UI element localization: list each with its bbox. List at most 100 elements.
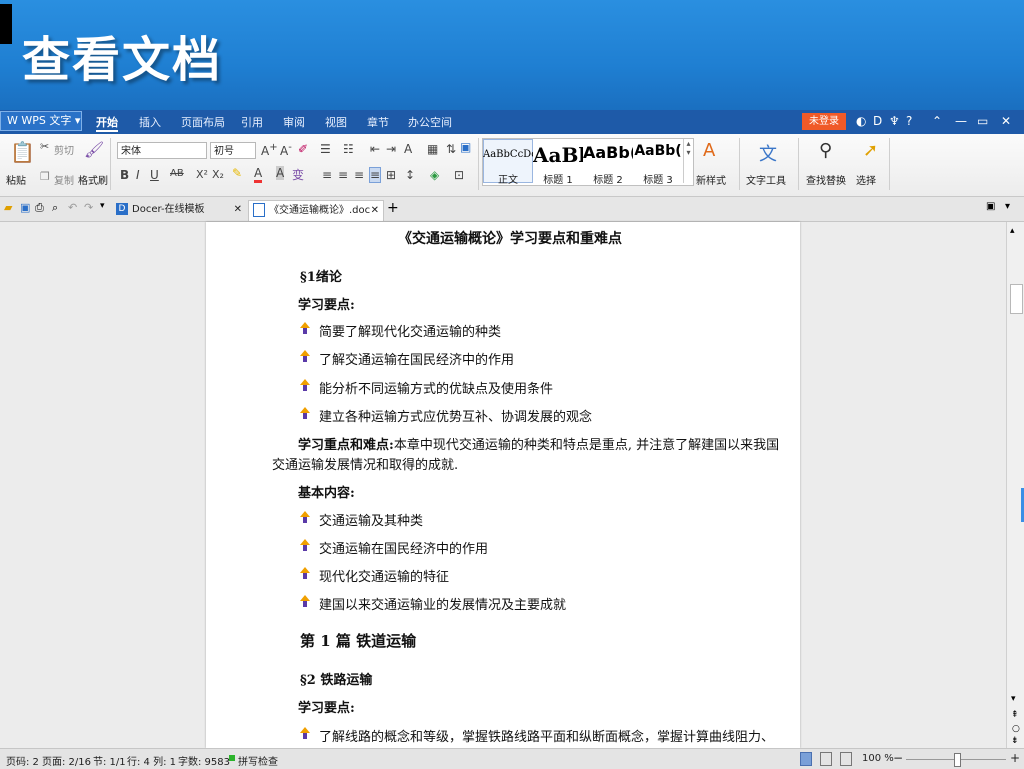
shading-icon[interactable]: ◈ [430,168,439,182]
close-icon[interactable]: ✕ [1001,114,1011,128]
copy-icon[interactable]: ❐ [40,170,50,183]
wps-app-menu-button[interactable]: W WPS 文字 ▾ [0,111,82,131]
strikethrough-icon[interactable]: AB [170,168,184,179]
align-left-icon[interactable]: ≡ [322,168,332,182]
vertical-scrollbar[interactable]: ▴ ▾ ⇞ ○ ⇟ [1006,222,1024,748]
bullet-list-icon[interactable]: ☰ [320,142,331,156]
superscript-icon[interactable]: X² [196,168,208,181]
next-page-icon[interactable]: ⇟ [1011,736,1019,746]
char-shading-icon[interactable]: A [276,166,285,180]
status-section[interactable]: 节: 1/1 [93,753,126,768]
highlight-icon[interactable]: ✎ [232,166,242,180]
binoculars-icon[interactable]: ⚲ [819,140,832,161]
scroll-up-icon[interactable]: ▴ [1010,226,1015,236]
cursor-icon[interactable]: ➚ [863,140,878,161]
borders-icon[interactable]: ⊡ [454,168,464,182]
tab-review[interactable]: 审阅 [283,114,305,130]
paste-button[interactable]: 粘贴 [6,172,26,187]
print-preview-icon[interactable]: ⌕ [52,201,58,215]
browse-object-icon[interactable]: ○ [1012,724,1020,734]
copy-button[interactable]: 复制 [54,172,74,187]
web-view-icon[interactable] [840,752,852,766]
style-name-heading2[interactable]: 标题 2 [583,171,633,186]
new-tab-button[interactable]: + [387,200,399,216]
show-marks-icon[interactable]: ▣ [460,140,471,154]
find-replace-button[interactable]: 查找替换 [806,172,846,187]
print-icon[interactable]: ⎙ [35,201,44,215]
tab-home[interactable]: 开始 [96,114,118,132]
status-row-col[interactable]: 行: 4 列: 1 [127,753,176,768]
status-page-number[interactable]: 页码: 2 [6,753,39,768]
tab-view[interactable]: 视图 [325,114,347,130]
clear-format-icon[interactable]: ✐ [298,142,308,156]
distribute-icon[interactable]: ⊞ [386,168,396,182]
tab-document-active[interactable]: 《交通运输概论》.doc ✕ [248,200,384,221]
text-tools-icon[interactable]: 文 [759,140,777,166]
new-style-icon[interactable]: A [703,140,715,161]
paste-icon[interactable]: 📋 [10,140,35,164]
prev-page-icon[interactable]: ⇞ [1011,710,1019,720]
collapse-ribbon-icon[interactable]: ⌃ [932,114,942,128]
page-view-icon[interactable] [800,752,812,766]
docer-icon[interactable]: D [873,114,882,128]
redo-icon[interactable]: ↷ [84,201,93,214]
text-tools-button[interactable]: 文字工具 [746,172,786,187]
bold-icon[interactable]: B [120,168,129,182]
tab-list-icon[interactable]: ▣ [986,201,995,212]
style-name-heading1[interactable]: 标题 1 [533,171,583,186]
close-tab-icon[interactable]: ✕ [371,201,379,221]
italic-icon[interactable]: I [136,168,140,182]
table-icon[interactable]: ▦ [427,142,438,156]
new-style-button[interactable]: 新样式 [696,172,726,187]
shirt-icon[interactable]: ♆ [889,114,900,128]
status-pages[interactable]: 页面: 2/16 [42,753,91,768]
font-name-select[interactable]: 宋体 [117,142,207,159]
tab-options-icon[interactable]: ▾ [1005,201,1010,212]
zoom-in-icon[interactable]: + [1010,751,1020,765]
document-page[interactable]: 《交通运输概论》学习要点和重难点 §1绪论 学习要点: 简要了解现代化交通运输的… [206,222,800,748]
skin-icon[interactable]: ◐ [856,114,866,128]
numbered-list-icon[interactable]: ☷ [343,142,354,156]
tab-office-space[interactable]: 办公空间 [408,114,452,130]
grow-font-icon[interactable]: A+ [261,142,278,158]
minimize-icon[interactable]: — [955,114,967,128]
restore-icon[interactable]: ▭ [977,114,988,128]
zoom-out-icon[interactable]: − [893,751,903,765]
spell-check-toggle[interactable]: 拼写检查 [238,753,278,768]
scrollbar-thumb[interactable] [1010,284,1023,314]
scroll-down-icon[interactable]: ▾ [1011,694,1016,704]
help-icon[interactable]: ? [906,114,912,128]
undo-icon[interactable]: ↶ [68,201,77,214]
sort-icon[interactable]: ⇅ [446,142,456,156]
subscript-icon[interactable]: X₂ [212,168,224,181]
phonetic-icon[interactable]: 变 [292,166,304,183]
zoom-level[interactable]: 100 % [862,753,894,764]
increase-indent-icon[interactable]: ⇥ [386,142,396,156]
status-word-count[interactable]: 字数: 9583 [178,753,230,768]
format-painter-button[interactable]: 格式刷 [78,172,108,187]
style-name-heading3[interactable]: 标题 3 [633,171,683,186]
save-icon[interactable]: ▣ [20,201,30,214]
select-button[interactable]: 选择 [856,172,876,187]
outline-view-icon[interactable] [820,752,832,766]
font-color-icon[interactable]: A [254,166,263,183]
style-name-normal[interactable]: 正文 [483,171,533,186]
tab-insert[interactable]: 插入 [139,114,161,130]
scissors-icon[interactable]: ✂ [40,140,49,153]
open-folder-icon[interactable]: ▰ [4,201,12,214]
tab-references[interactable]: 引用 [241,114,263,130]
justify-icon[interactable]: ≡ [369,167,382,183]
tab-docer-templates[interactable]: D Docer-在线模板 ✕ [112,200,246,220]
quick-access-dropdown-icon[interactable]: ▾ [100,201,105,211]
zoom-slider-thumb[interactable] [954,753,961,767]
align-center-icon[interactable]: ≡ [338,168,348,182]
shrink-font-icon[interactable]: A- [280,142,292,158]
tab-page-layout[interactable]: 页面布局 [181,114,225,130]
decrease-indent-icon[interactable]: ⇤ [370,142,380,156]
tab-chapter[interactable]: 章节 [367,114,389,130]
brush-icon[interactable]: 🖌 [84,140,104,159]
cut-button[interactable]: 剪切 [54,142,74,157]
close-tab-icon[interactable]: ✕ [234,200,242,220]
font-size-select[interactable]: 初号 [210,142,256,159]
align-right-icon[interactable]: ≡ [354,168,364,182]
